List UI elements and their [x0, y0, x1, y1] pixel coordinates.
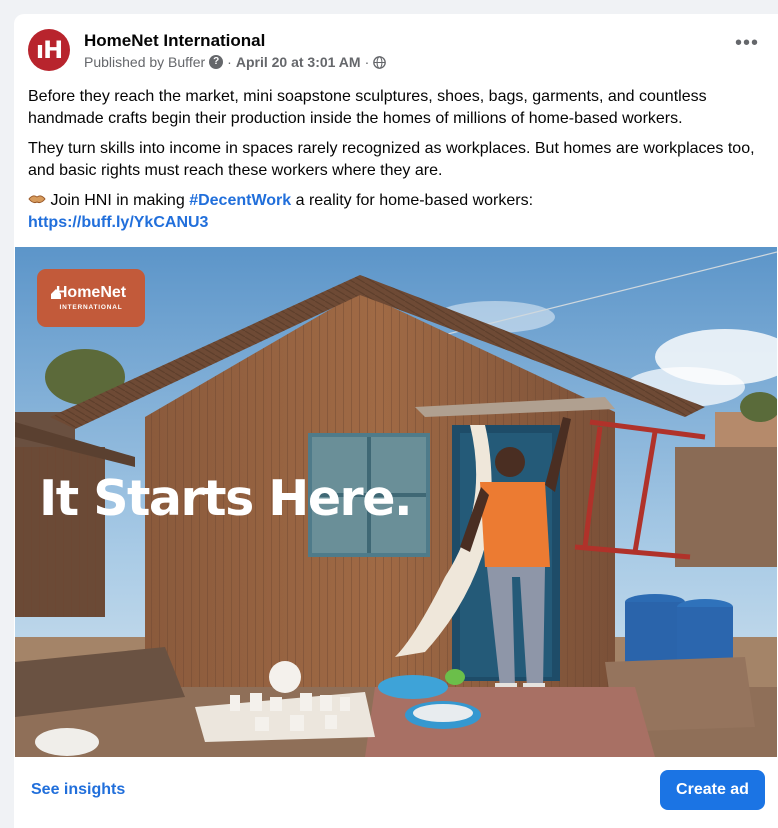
logo-wordmark: HomeNet — [56, 284, 127, 301]
post-footer: See insights Create ad — [14, 757, 778, 828]
see-insights-link[interactable]: See insights — [31, 781, 125, 799]
decentwork-hashtag-link[interactable]: #DecentWork — [189, 192, 291, 209]
published-by-label[interactable]: Published by Buffer — [84, 54, 205, 70]
post-image[interactable]: HomeNet INTERNATIONAL It Starts Here. — [15, 247, 777, 757]
post-paragraph-3: Join HNI in making #DecentWork a reality… — [28, 190, 768, 234]
avatar-monogram: ıH — [35, 36, 63, 64]
post-meta: Published by Buffer ? · April 20 at 3:01… — [84, 54, 387, 70]
cta-prefix: Join HNI in making — [50, 192, 185, 209]
image-headline: It Starts Here. — [39, 470, 411, 527]
post-card: ıH HomeNet International Published by Bu… — [14, 14, 778, 828]
post-paragraph-1: Before they reach the market, mini soaps… — [28, 88, 707, 127]
cta-suffix: a reality for home-based workers: — [295, 192, 534, 209]
handshake-emoji-icon — [28, 195, 46, 204]
post-text: Before they reach the market, mini soaps… — [28, 86, 768, 242]
create-ad-button[interactable]: Create ad — [660, 770, 765, 810]
logo-subtitle: INTERNATIONAL — [60, 304, 123, 311]
meta-separator: · — [227, 54, 232, 70]
more-options-button[interactable]: ••• — [730, 33, 764, 61]
question-circle-icon[interactable]: ? — [209, 55, 224, 69]
globe-icon[interactable] — [373, 55, 387, 69]
post-date-link[interactable]: April 20 at 3:01 AM — [236, 54, 361, 70]
house-photo: HomeNet INTERNATIONAL It Starts Here. — [15, 247, 777, 757]
page-name-link[interactable]: HomeNet International — [84, 31, 265, 51]
meta-separator-2: · — [364, 54, 370, 70]
post-header: ıH HomeNet International Published by Bu… — [28, 29, 764, 75]
buffer-short-link[interactable]: https://buff.ly/YkCANU3 — [28, 214, 208, 231]
post-paragraph-2: They turn skills into income in spaces r… — [28, 140, 755, 179]
page-avatar[interactable]: ıH — [28, 29, 70, 71]
